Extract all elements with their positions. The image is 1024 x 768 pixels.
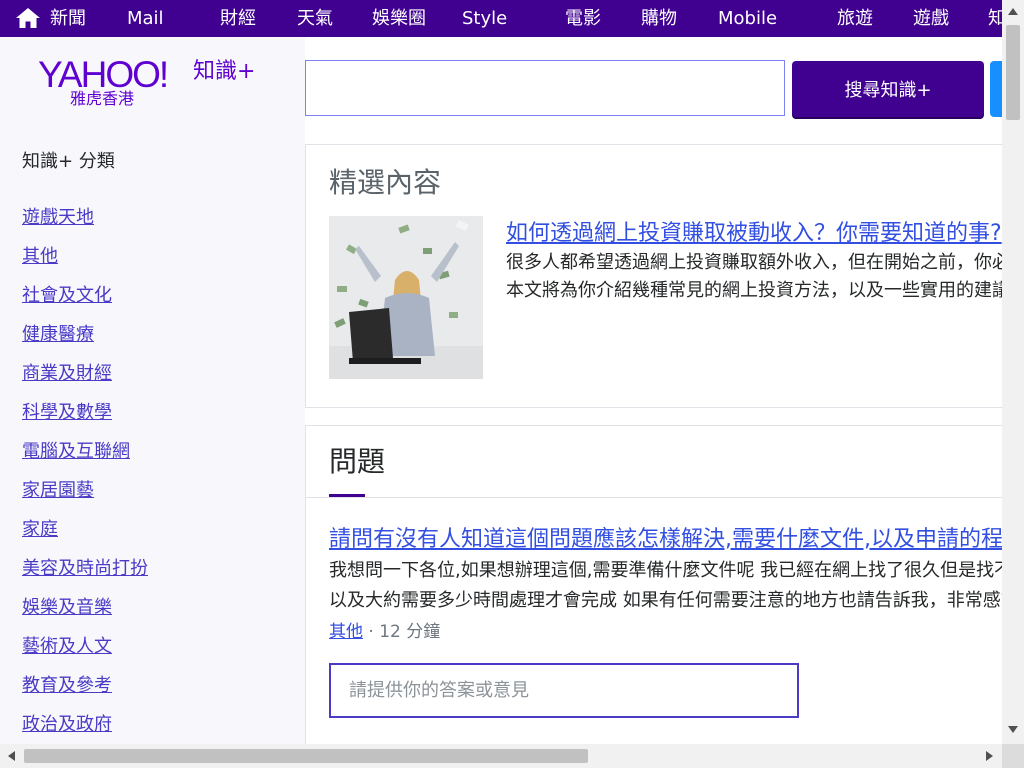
question-age: 12 分鐘 <box>379 622 441 642</box>
nav-item-finance[interactable]: 財經 <box>220 0 256 37</box>
horizontal-scroll-thumb[interactable] <box>24 749 588 763</box>
search-button[interactable]: 搜尋知識+ <box>792 61 984 117</box>
sidebar-item-home[interactable]: 家居園藝 <box>22 477 148 516</box>
top-navigation-bar: 新聞 Mail 財經 天氣 娛樂圈 Style 電影 購物 Mobile 旅遊 … <box>0 0 1002 37</box>
featured-desc-line: 本文將為你介紹幾種常見的網上投資方法，以及一些實用的建議，幫助你作出明智的決定。… <box>506 280 1006 301</box>
featured-article-title[interactable]: 如何透過網上投資賺取被動收入？你需要知道的事? <box>506 220 1002 248</box>
nav-item-style[interactable]: Style <box>462 0 507 37</box>
thumbnail-image[interactable] <box>329 216 483 379</box>
featured-article-description: 很多人都希望透過網上投資賺取額外收入，但在開始之前，你必須先了解相關的風險和回報… <box>506 249 1006 305</box>
question-meta: 其他 · 12 分鐘 <box>329 618 440 646</box>
nav-item-mobile[interactable]: Mobile <box>718 0 777 37</box>
question-body-line: 以及大約需要多少時間處理才會完成 如果有任何需要注意的地方也請告訴我，非常感謝大… <box>329 590 1009 611</box>
sidebar-item-society[interactable]: 社會及文化 <box>22 282 148 321</box>
horizontal-scrollbar[interactable] <box>0 744 1002 768</box>
meta-separator: · <box>368 622 374 642</box>
nav-item-mail[interactable]: Mail <box>127 0 164 37</box>
secondary-search-button[interactable] <box>990 61 1002 117</box>
scroll-down-arrow-icon[interactable] <box>1008 726 1018 733</box>
nav-item-celebrity[interactable]: 娛樂圈 <box>372 0 426 37</box>
sidebar-item-arts[interactable]: 藝術及人文 <box>22 633 148 672</box>
nav-item-movies[interactable]: 電影 <box>565 0 601 37</box>
question-body: 我想問一下各位,如果想辦理這個,需要準備什麼文件呢 我已經在網上找了很久但是找不… <box>329 556 1009 616</box>
scroll-left-arrow-icon[interactable] <box>8 751 15 761</box>
nav-item-shopping[interactable]: 購物 <box>641 0 677 37</box>
sidebar-item-games[interactable]: 遊戲天地 <box>22 204 148 243</box>
nav-item-more[interactable]: 知 <box>988 0 1002 37</box>
sidebar-item-business[interactable]: 商業及財經 <box>22 360 148 399</box>
question-body-line: 我想問一下各位,如果想辦理這個,需要準備什麼文件呢 我已經在網上找了很久但是找不… <box>329 560 1009 581</box>
sidebar-item-beauty[interactable]: 美容及時尚打扮 <box>22 555 148 594</box>
sidebar-item-family[interactable]: 家庭 <box>22 516 148 555</box>
tab-questions[interactable]: 問題 <box>329 443 385 481</box>
search-input[interactable] <box>305 60 785 116</box>
question-title[interactable]: 請問有沒有人知道這個問題應該怎樣解決,需要什麼文件,以及申請的程序是怎樣的呢？謝… <box>329 526 1009 554</box>
featured-desc-line: 很多人都希望透過網上投資賺取額外收入，但在開始之前，你必須先了解相關的風險和回報… <box>506 252 1006 273</box>
scroll-right-arrow-icon[interactable] <box>986 751 993 761</box>
yahoo-answers-logo[interactable]: YAHOO! 雅虎香港 知識+ <box>38 55 278 115</box>
sidebar-item-computers[interactable]: 電腦及互聯網 <box>22 438 148 477</box>
sidebar-item-other[interactable]: 其他 <box>22 243 148 282</box>
tab-divider <box>306 497 1006 498</box>
answer-input[interactable] <box>329 663 799 718</box>
nav-item-weather[interactable]: 天氣 <box>297 0 333 37</box>
sidebar-item-education[interactable]: 教育及參考 <box>22 672 148 711</box>
scrollbar-corner <box>1002 744 1024 768</box>
vertical-scrollbar[interactable] <box>1002 0 1024 744</box>
sidebar-title: 知識+ 分類 <box>22 151 115 172</box>
category-list: 遊戲天地 其他 社會及文化 健康醫療 商業及財經 科學及數學 電腦及互聯網 家居… <box>22 204 148 750</box>
scroll-up-arrow-icon[interactable] <box>1008 8 1018 15</box>
sidebar-item-health[interactable]: 健康醫療 <box>22 321 148 360</box>
logo-subtitle: 雅虎香港 <box>70 89 135 108</box>
questions-card: 問題 請問有沒有人知道這個問題應該怎樣解決,需要什麼文件,以及申請的程序是怎樣的… <box>305 425 1009 745</box>
sidebar-item-music[interactable]: 娛樂及音樂 <box>22 594 148 633</box>
nav-item-travel[interactable]: 旅遊 <box>837 0 873 37</box>
nav-item-news[interactable]: 新聞 <box>50 0 86 37</box>
question-category-link[interactable]: 其他 <box>329 622 363 642</box>
home-icon[interactable] <box>15 6 43 30</box>
nav-item-games[interactable]: 遊戲 <box>913 0 949 37</box>
product-name: 知識+ <box>193 59 256 84</box>
featured-content-card: 精選內容 如何透過網上投資賺取被動收入？你需要知道的事? 很多人都希望透過網上投… <box>305 144 1006 408</box>
vertical-scroll-thumb[interactable] <box>1006 25 1020 120</box>
sidebar-item-science[interactable]: 科學及數學 <box>22 399 148 438</box>
featured-heading: 精選內容 <box>329 166 442 199</box>
